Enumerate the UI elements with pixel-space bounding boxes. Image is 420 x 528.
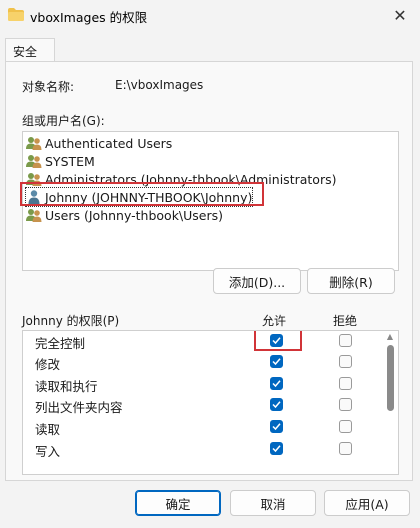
users-group-icon bbox=[26, 137, 42, 150]
deny-checkbox[interactable] bbox=[339, 334, 352, 347]
permissions-list[interactable]: 完全控制 修改 读取和执行 列出文件夹内容 读取 写入 ▲ bbox=[22, 330, 399, 475]
allow-checkbox[interactable] bbox=[254, 331, 302, 351]
permission-name: 读取和执行 bbox=[35, 379, 98, 394]
user-label: SYSTEM bbox=[45, 153, 95, 169]
users-group-icon bbox=[26, 173, 42, 186]
security-panel: 对象名称: E:\vboxImages 组或用户名(G): Authentica… bbox=[5, 61, 413, 481]
user-label: Users (Johnny-thbook\Users) bbox=[45, 207, 224, 223]
list-item-administrators[interactable]: Administrators (Johnny-thbook\Administra… bbox=[26, 170, 336, 188]
allow-checkbox[interactable] bbox=[270, 420, 283, 433]
deny-checkbox[interactable] bbox=[339, 420, 352, 433]
allow-checkbox[interactable] bbox=[270, 355, 283, 368]
deny-checkbox[interactable] bbox=[339, 355, 352, 368]
allow-header: 允许 bbox=[262, 314, 287, 328]
tab-security-label: 安全 bbox=[13, 45, 38, 59]
list-item-authenticated-users[interactable]: Authenticated Users bbox=[26, 134, 172, 152]
close-icon: ✕ bbox=[393, 5, 407, 25]
deny-header: 拒绝 bbox=[333, 314, 358, 328]
permissions-scrollbar[interactable] bbox=[387, 345, 394, 411]
check-icon bbox=[272, 401, 281, 409]
allow-checkbox[interactable] bbox=[270, 377, 283, 390]
deny-checkbox[interactable] bbox=[339, 398, 352, 411]
permission-row-full-control: 完全控制 bbox=[23, 331, 378, 351]
check-icon bbox=[272, 380, 281, 388]
cancel-button[interactable]: 取消 bbox=[230, 490, 316, 516]
object-name-label: 对象名称: bbox=[22, 80, 75, 94]
ok-button[interactable]: 确定 bbox=[135, 490, 221, 516]
permission-name: 修改 bbox=[35, 357, 61, 372]
permission-row-read-execute: 读取和执行 bbox=[23, 374, 378, 394]
list-item-johnny[interactable]: Johnny (JOHNNY-THBOOK\Johnny) bbox=[20, 182, 264, 207]
title-bar: vboxImages 的权限 ✕ bbox=[0, 0, 420, 30]
users-group-icon bbox=[26, 155, 42, 168]
users-list[interactable]: Authenticated Users SYSTEM Administrator… bbox=[20, 131, 399, 271]
users-group-icon bbox=[26, 209, 42, 222]
permission-name: 完全控制 bbox=[35, 336, 86, 351]
remove-button[interactable]: 删除(R) bbox=[307, 268, 395, 294]
close-button[interactable]: ✕ bbox=[380, 0, 420, 30]
scroll-up-icon[interactable]: ▲ bbox=[385, 332, 395, 342]
permission-row-list-folder: 列出文件夹内容 bbox=[23, 395, 378, 415]
permission-row-read: 读取 bbox=[23, 417, 378, 437]
check-icon bbox=[272, 445, 281, 453]
user-label: Administrators (Johnny-thbook\Administra… bbox=[45, 171, 337, 187]
list-item-system[interactable]: SYSTEM bbox=[26, 152, 95, 170]
permission-row-modify: 修改 bbox=[23, 352, 378, 372]
apply-button[interactable]: 应用(A) bbox=[324, 490, 410, 516]
check-icon bbox=[272, 423, 281, 431]
folder-icon bbox=[8, 8, 24, 21]
allow-checkbox[interactable] bbox=[270, 442, 283, 455]
check-icon bbox=[272, 337, 281, 345]
list-item-users[interactable]: Users (Johnny-thbook\Users) bbox=[26, 206, 223, 224]
check-icon bbox=[272, 358, 281, 366]
permission-row-write: 写入 bbox=[23, 439, 378, 459]
permissions-title: Johnny 的权限(P) bbox=[22, 314, 120, 328]
permission-name: 列出文件夹内容 bbox=[35, 400, 123, 415]
user-label: Authenticated Users bbox=[45, 135, 173, 151]
deny-checkbox[interactable] bbox=[339, 377, 352, 390]
user-label: Johnny (JOHNNY-THBOOK\Johnny) bbox=[45, 189, 253, 205]
tab-security[interactable]: 安全 bbox=[5, 38, 55, 62]
object-name-value: E:\vboxImages bbox=[115, 78, 204, 92]
permission-name: 写入 bbox=[35, 444, 61, 459]
permission-name: 读取 bbox=[35, 422, 61, 437]
deny-checkbox[interactable] bbox=[339, 442, 352, 455]
groups-label: 组或用户名(G): bbox=[22, 114, 105, 128]
add-button[interactable]: 添加(D)... bbox=[213, 268, 301, 294]
allow-checkbox[interactable] bbox=[270, 398, 283, 411]
user-icon bbox=[28, 190, 40, 204]
window-title: vboxImages 的权限 bbox=[30, 10, 148, 25]
